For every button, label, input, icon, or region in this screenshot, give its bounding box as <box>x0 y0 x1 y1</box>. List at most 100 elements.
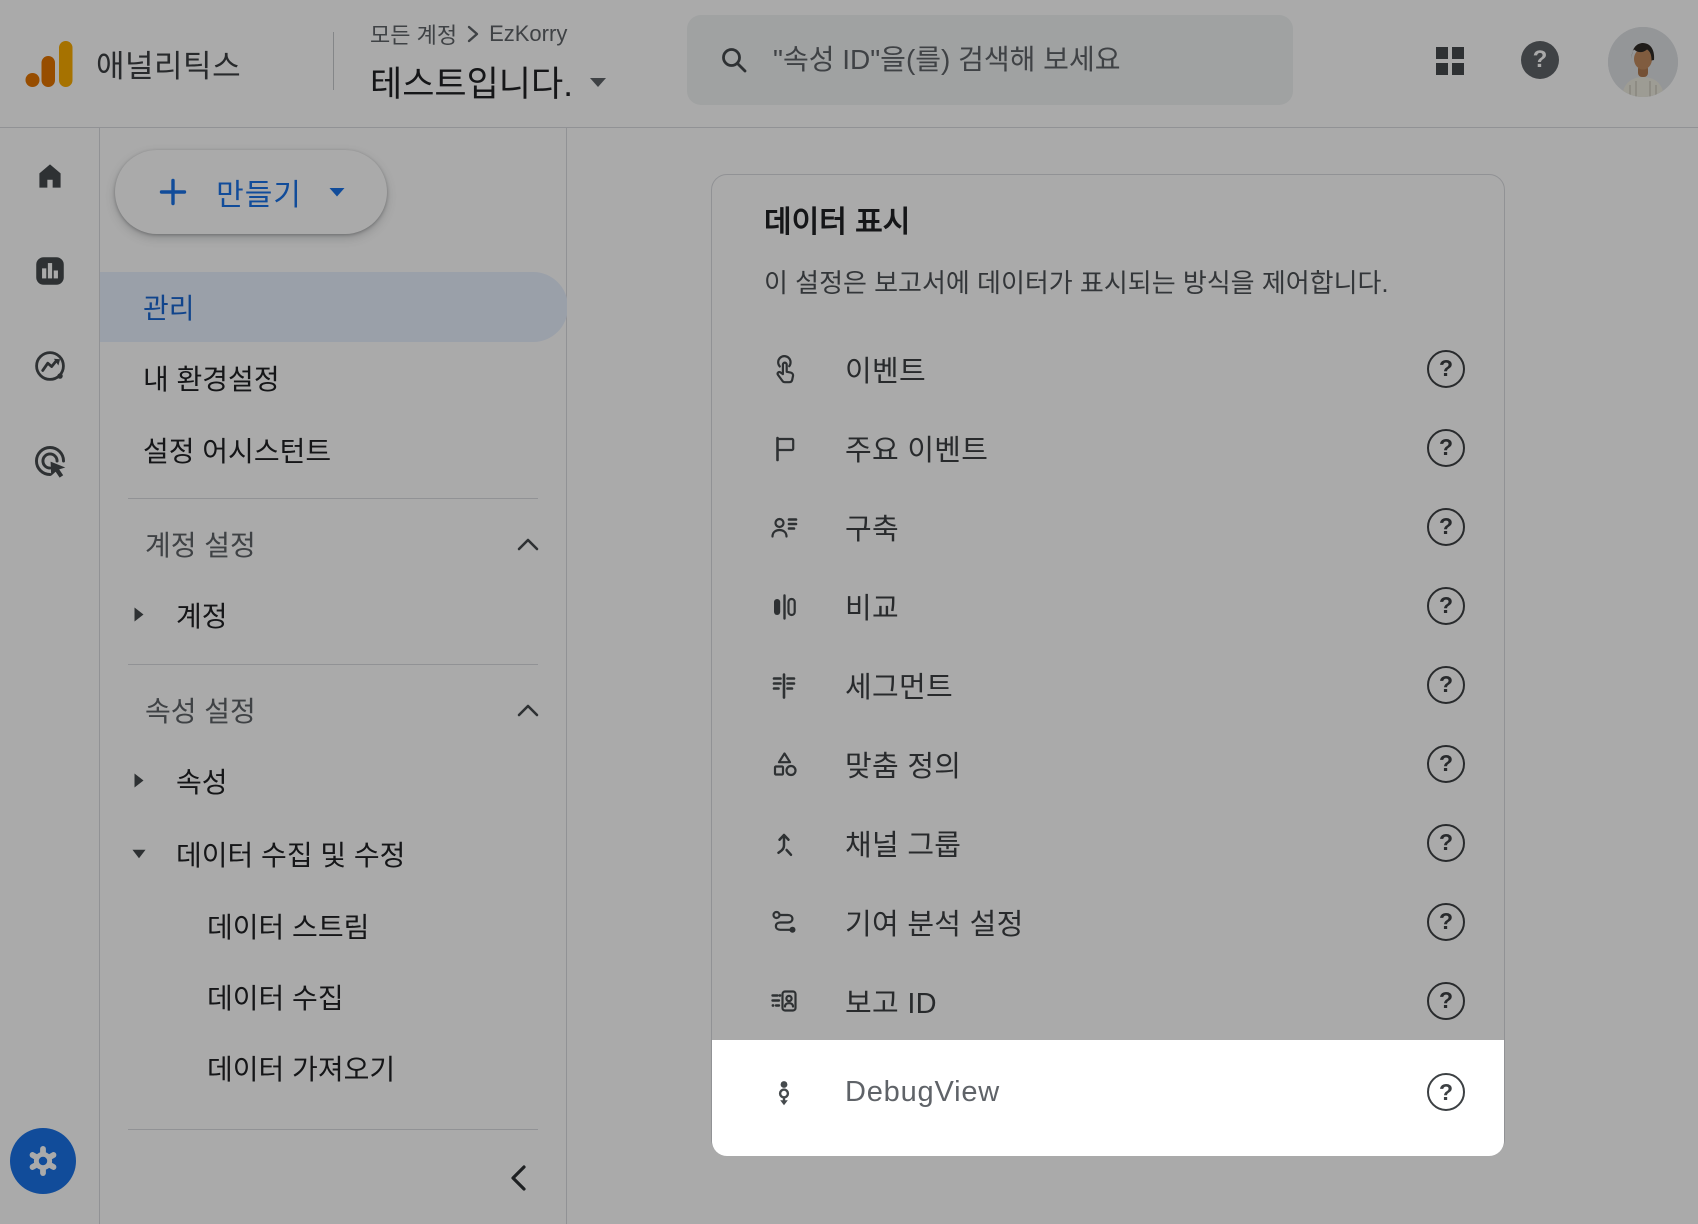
section-label: 속성 설정 <box>145 690 256 730</box>
breadcrumb-account[interactable]: EzKorry <box>489 21 567 47</box>
admin-side-nav: 만들기 관리 내 환경설정 설정 어시스턴트 계정 설정 계정 <box>100 128 567 1224</box>
list-item-label: 세그먼트 <box>845 664 953 706</box>
property-switcher[interactable]: 테스트입니다. <box>370 56 609 107</box>
tree-item-label: 속성 <box>176 761 228 801</box>
analytics-logo-icon <box>24 37 78 91</box>
help-icon[interactable]: ? <box>1427 508 1465 546</box>
section-header-property-settings[interactable]: 속성 설정 <box>100 677 566 743</box>
list-item-audiences[interactable]: 구축 ? <box>712 487 1504 566</box>
sidenav-item-preferences[interactable]: 내 환경설정 <box>100 342 566 414</box>
tree-item-property[interactable]: 속성 <box>100 743 566 818</box>
triangle-right-icon <box>132 773 146 788</box>
tree-item-label: 데이터 수집 <box>207 977 344 1017</box>
plus-icon <box>156 175 190 209</box>
create-button-label: 만들기 <box>216 170 302 214</box>
list-item-segments[interactable]: 세그먼트 ? <box>712 645 1504 724</box>
account-avatar[interactable] <box>1608 27 1678 97</box>
avatar-photo <box>1608 27 1678 97</box>
breadcrumb-all-accounts[interactable]: 모든 계정 <box>370 18 457 50</box>
help-glyph: ? <box>1439 671 1453 698</box>
breadcrumb: 모든 계정 EzKorry 테스트입니다. <box>370 18 609 107</box>
list-item-label: 채널 그룹 <box>845 822 961 864</box>
category-shapes-icon <box>768 748 800 780</box>
list-item-label: 맞춤 정의 <box>845 743 961 785</box>
tree-item-data-streams[interactable]: 데이터 스트림 <box>100 890 566 961</box>
list-item-label: DebugView <box>845 1076 1000 1109</box>
help-glyph: ? <box>1533 46 1548 74</box>
reports-icon <box>32 253 68 289</box>
collapse-nav-button[interactable] <box>496 1154 544 1202</box>
help-glyph: ? <box>1439 355 1453 382</box>
rail-item-explore[interactable] <box>0 318 100 413</box>
divider <box>128 664 538 665</box>
help-glyph: ? <box>1439 829 1453 856</box>
apps-grid-icon[interactable] <box>1435 46 1465 76</box>
help-icon[interactable]: ? <box>1427 666 1465 704</box>
list-item-label: 구축 <box>845 506 899 548</box>
help-icon[interactable]: ? <box>1427 1073 1465 1111</box>
header-divider <box>333 32 334 90</box>
tree-item-data-collection[interactable]: 데이터 수집 및 수정 <box>100 818 566 890</box>
tree-item-label: 데이터 스트림 <box>207 906 369 946</box>
list-item-label: 보고 ID <box>845 980 937 1022</box>
caret-down-icon <box>587 75 609 89</box>
property-name: 테스트입니다. <box>370 56 573 107</box>
list-item-channel-groups[interactable]: 채널 그룹 ? <box>712 803 1504 882</box>
help-icon[interactable]: ? <box>1427 824 1465 862</box>
analytics-logo-home-link[interactable]: 애널리틱스 <box>24 0 241 127</box>
sidenav-item-setup-assistant[interactable]: 설정 어시스턴트 <box>100 414 566 486</box>
search-icon <box>717 43 751 77</box>
create-button[interactable]: 만들기 <box>115 150 387 234</box>
tree-item-account[interactable]: 계정 <box>100 577 566 652</box>
data-display-card: 데이터 표시 이 설정은 보고서에 데이터가 표시되는 방식을 제어합니다. 이… <box>711 174 1505 1155</box>
list-item-events[interactable]: 이벤트 ? <box>712 329 1504 408</box>
list-item-comparisons[interactable]: 비교 ? <box>712 566 1504 645</box>
help-glyph: ? <box>1439 1079 1453 1106</box>
list-item-attribution-settings[interactable]: 기여 분석 설정 ? <box>712 882 1504 961</box>
merge-arrow-icon <box>768 827 800 859</box>
reporting-id-badge-icon <box>768 985 800 1017</box>
search-input[interactable] <box>773 44 1263 76</box>
list-item-custom-definitions[interactable]: 맞춤 정의 ? <box>712 724 1504 803</box>
help-glyph: ? <box>1439 434 1453 461</box>
audience-list-icon <box>768 511 800 543</box>
list-item-label: 기여 분석 설정 <box>845 901 1024 943</box>
chevron-up-icon <box>516 536 540 552</box>
main-content: 데이터 표시 이 설정은 보고서에 데이터가 표시되는 방식을 제어합니다. 이… <box>567 128 1698 1224</box>
list-item-label: 비교 <box>845 585 899 627</box>
sidenav-item-admin[interactable]: 관리 <box>100 272 568 342</box>
rail-item-reports[interactable] <box>0 223 100 318</box>
top-app-bar: 애널리틱스 모든 계정 EzKorry 테스트입니다. <box>0 0 1698 128</box>
chevron-left-icon <box>504 1162 536 1194</box>
ga-admin-screen: 애널리틱스 모든 계정 EzKorry 테스트입니다. <box>0 0 1698 1224</box>
compare-bars-icon <box>768 590 800 622</box>
help-icon[interactable]: ? <box>1427 982 1465 1020</box>
list-item-reporting-identity[interactable]: 보고 ID ? <box>712 961 1504 1040</box>
search-bar <box>687 15 1293 105</box>
section-header-account-settings[interactable]: 계정 설정 <box>100 511 566 577</box>
triangle-down-icon <box>132 849 146 859</box>
help-icon[interactable]: ? <box>1427 350 1465 388</box>
list-item-label: 이벤트 <box>845 348 926 390</box>
help-icon[interactable]: ? <box>1427 903 1465 941</box>
admin-settings-button[interactable] <box>10 1128 76 1194</box>
list-item-label: 주요 이벤트 <box>845 427 988 469</box>
help-glyph: ? <box>1439 513 1453 540</box>
tree-item-label: 계정 <box>176 595 228 635</box>
help-icon[interactable]: ? <box>1427 587 1465 625</box>
list-item-debugview[interactable]: DebugView ? <box>712 1040 1504 1156</box>
help-glyph: ? <box>1439 592 1453 619</box>
help-icon[interactable]: ? <box>1427 429 1465 467</box>
help-icon[interactable]: ? <box>1427 745 1465 783</box>
chevron-up-icon <box>516 702 540 718</box>
debug-path-icon <box>768 1076 800 1108</box>
settings-list: 이벤트 ? 주요 이벤트 ? <box>712 329 1504 1156</box>
list-item-key-events[interactable]: 주요 이벤트 ? <box>712 408 1504 487</box>
tree-item-data-import[interactable]: 데이터 가져오기 <box>100 1032 566 1103</box>
attribution-route-icon <box>768 906 800 938</box>
rail-item-home[interactable] <box>0 128 100 223</box>
divider <box>128 498 538 499</box>
help-icon[interactable]: ? <box>1521 41 1559 79</box>
rail-item-advertising[interactable] <box>0 413 100 508</box>
tree-item-data-collection-sub[interactable]: 데이터 수집 <box>100 961 566 1032</box>
